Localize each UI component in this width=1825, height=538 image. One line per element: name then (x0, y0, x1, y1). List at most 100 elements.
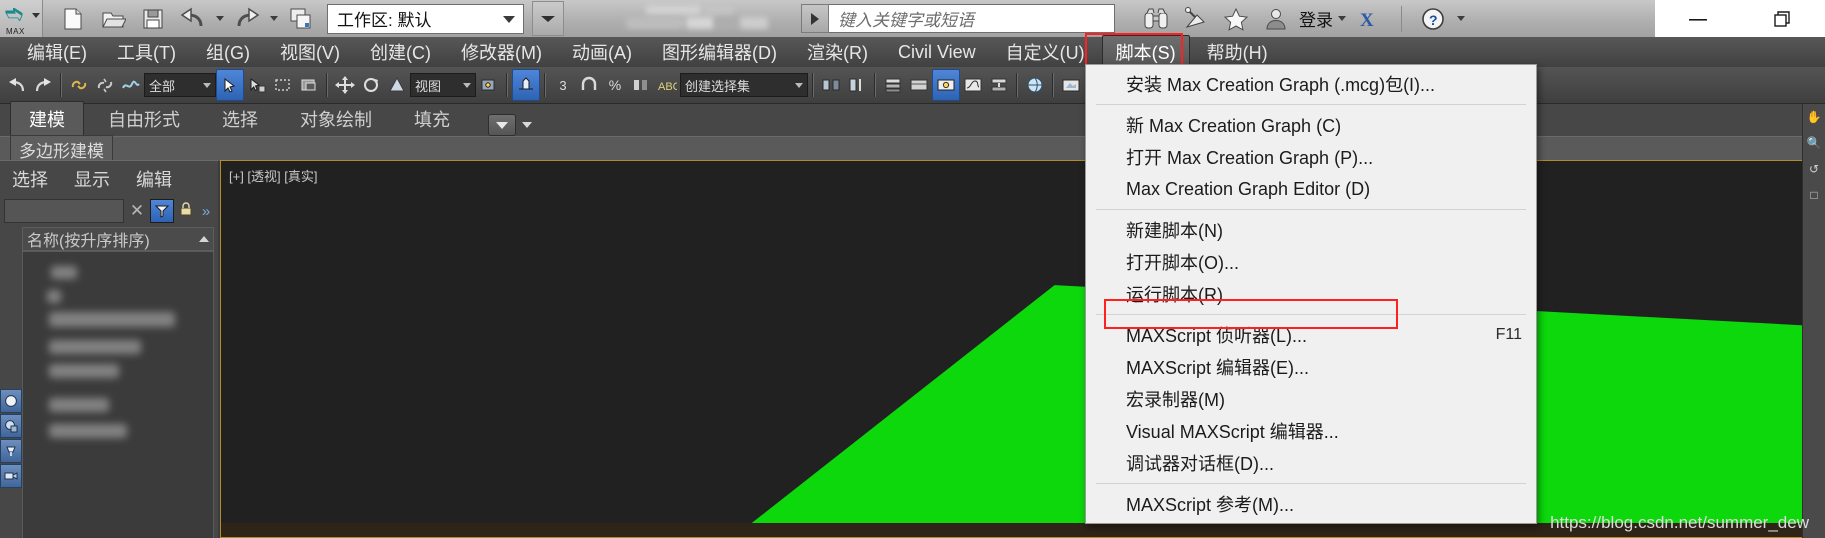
ribbon-tab-object-paint[interactable]: 对象绘制 (282, 102, 390, 136)
ribbon-tab-freeform[interactable]: 自由形式 (90, 102, 198, 136)
material-icon[interactable] (0, 414, 22, 438)
maximize-viewport-icon[interactable]: □ (1803, 182, 1825, 208)
viewport-label[interactable]: [+] [透视] [真实] (229, 166, 318, 185)
redo-dropdown[interactable] (267, 2, 281, 35)
perspective-viewport[interactable]: [+] [透视] [真实] (220, 160, 1825, 538)
snaps-toggle[interactable] (576, 70, 602, 100)
undo-dropdown[interactable] (213, 2, 227, 35)
sign-in-dropdown[interactable] (1335, 2, 1349, 35)
redo-button[interactable] (227, 2, 267, 35)
mirror-tool[interactable] (818, 70, 844, 100)
menu-item-views[interactable]: 视图(V) (267, 36, 353, 68)
menu-item-new-script[interactable]: 新建脚本(N) (1086, 214, 1536, 246)
scene-explorer-menu-select[interactable]: 选择 (12, 166, 48, 192)
satellite-button[interactable] (1177, 2, 1215, 35)
clear-x-icon[interactable]: ✕ (128, 202, 146, 220)
menu-item-macro-recorder[interactable]: 宏录制器(M) (1086, 383, 1536, 415)
material-editor-tool[interactable] (1022, 70, 1048, 100)
bind-space-warp-tool[interactable] (118, 70, 144, 100)
project-folder-button[interactable] (281, 2, 321, 35)
menu-item-install-mcg-package[interactable]: 安装 Max Creation Graph (.mcg)包(I)... (1086, 68, 1536, 100)
sphere-icon[interactable] (0, 389, 22, 413)
list-item[interactable] (47, 290, 61, 303)
ribbon-overflow-button[interactable] (488, 114, 516, 136)
menu-item-debugger-dialog[interactable]: 调试器对话框(D)... (1086, 447, 1536, 479)
chevron-double-right-icon[interactable]: » (198, 203, 214, 220)
ribbon-tab-populate[interactable]: 填充 (396, 102, 468, 136)
menu-item-mcg-editor[interactable]: Max Creation Graph Editor (D) (1086, 173, 1536, 205)
menu-item-maxscript-editor[interactable]: MAXScript 编辑器(E)... (1086, 351, 1536, 383)
select-link-tool[interactable] (66, 70, 92, 100)
menu-item-group[interactable]: 组(G) (193, 36, 263, 68)
menu-item-maxscript-reference[interactable]: MAXScript 参考(M)... (1086, 488, 1536, 520)
funnel-filter-icon[interactable] (150, 199, 174, 223)
scene-explorer-search-input[interactable] (4, 199, 124, 223)
list-item[interactable] (49, 312, 175, 327)
help-button[interactable]: ? (1414, 2, 1452, 35)
menu-item-civil-view[interactable]: Civil View (885, 39, 989, 66)
scene-explorer-tool[interactable] (932, 69, 960, 101)
layer-explorer-tool[interactable] (880, 70, 906, 100)
menu-item-new-mcg[interactable]: 新 Max Creation Graph (C) (1086, 109, 1536, 141)
named-selection-sets-combo[interactable]: 创建选择集 (680, 73, 808, 97)
zoom-icon[interactable]: 🔍 (1803, 130, 1825, 156)
reference-coordinate-combo[interactable]: 视图 (410, 73, 476, 97)
curve-editor-tool[interactable] (960, 70, 986, 100)
list-item[interactable] (49, 340, 141, 354)
menu-item-graph-editors[interactable]: 图形编辑器(D) (649, 36, 790, 68)
select-and-scale-tool[interactable] (384, 70, 410, 100)
new-file-button[interactable] (53, 2, 93, 35)
render-setup-tool[interactable] (1058, 70, 1084, 100)
menu-item-visual-maxscript-editor[interactable]: Visual MAXScript 编辑器... (1086, 415, 1536, 447)
schematic-view-tool[interactable] (986, 70, 1012, 100)
ribbon-tab-selection[interactable]: 选择 (204, 102, 276, 136)
list-item[interactable] (51, 266, 77, 279)
scene-explorer-menu-display[interactable]: 显示 (74, 166, 110, 192)
menu-item-tools[interactable]: 工具(T) (104, 36, 189, 68)
minimize-button[interactable] (1655, 0, 1740, 37)
user-account-button[interactable] (1257, 2, 1295, 35)
camera-icon[interactable] (0, 464, 22, 488)
search-run-button[interactable] (801, 4, 829, 33)
use-pivot-center-tool[interactable] (476, 70, 502, 100)
light-icon[interactable] (0, 439, 22, 463)
scene-explorer-list-header[interactable]: 名称(按升序排序) (22, 227, 214, 251)
menu-item-create[interactable]: 创建(C) (357, 36, 444, 68)
menu-item-open-script[interactable]: 打开脚本(O)... (1086, 246, 1536, 278)
exchange-button[interactable]: X (1351, 2, 1389, 35)
ribbon-toggle-tool[interactable] (906, 70, 932, 100)
menu-item-edit[interactable]: 编辑(E) (14, 36, 100, 68)
open-file-button[interactable] (93, 2, 133, 35)
redo-tool[interactable] (30, 70, 56, 100)
menu-item-customize[interactable]: 自定义(U) (993, 36, 1098, 68)
workspace-expand-button[interactable] (532, 1, 564, 36)
unlink-tool[interactable] (92, 70, 118, 100)
help-dropdown[interactable] (1454, 2, 1468, 35)
window-crossing-tool[interactable] (296, 70, 322, 100)
orbit-icon[interactable]: ↺ (1803, 156, 1825, 182)
favorites-button[interactable] (1217, 2, 1255, 35)
list-item[interactable] (49, 424, 127, 438)
ribbon-tab-modeling[interactable]: 建模 (10, 101, 84, 136)
search-input[interactable]: 键入关键字或短语 (829, 4, 1115, 33)
scripting-dropdown-menu[interactable]: 安装 Max Creation Graph (.mcg)包(I)... 新 Ma… (1085, 64, 1537, 524)
select-object-tool[interactable] (216, 69, 244, 101)
percent-snap-toggle[interactable]: % (602, 70, 628, 100)
spinner-snap-toggle[interactable] (628, 70, 654, 100)
menu-item-run-script[interactable]: 运行脚本(R)... (1086, 278, 1536, 310)
menu-item-animation[interactable]: 动画(A) (559, 36, 645, 68)
workspace-selector[interactable]: 工作区: 默认 (327, 3, 524, 34)
restore-button[interactable] (1740, 0, 1825, 37)
sign-in-label[interactable]: 登录 (1299, 6, 1333, 31)
list-item[interactable] (49, 398, 109, 412)
pan-hand-icon[interactable]: ✋ (1803, 104, 1825, 130)
scene-explorer-list[interactable] (22, 251, 214, 538)
angle-snap-toggle[interactable]: 3 (550, 70, 576, 100)
binoculars-button[interactable] (1137, 2, 1175, 35)
undo-button[interactable] (173, 2, 213, 35)
rectangular-selection-region-tool[interactable] (270, 70, 296, 100)
scene-explorer-menu-edit[interactable]: 编辑 (136, 166, 172, 192)
select-by-name-tool[interactable] (244, 70, 270, 100)
lock-icon[interactable] (178, 201, 194, 221)
align-tool[interactable] (844, 70, 870, 100)
